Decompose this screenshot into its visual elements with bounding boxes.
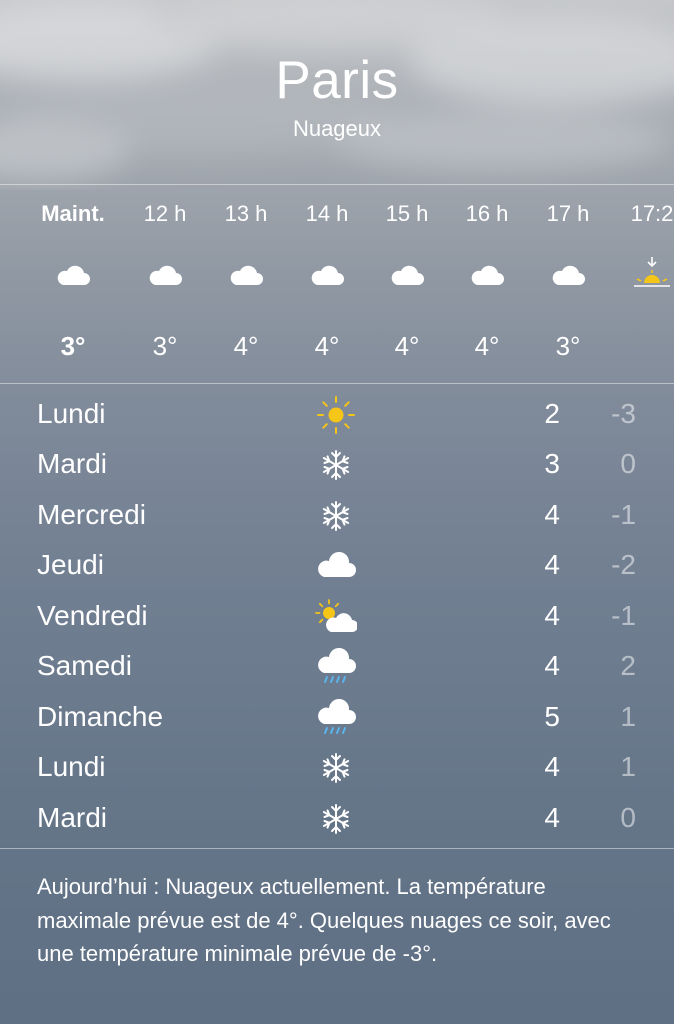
cloud-icon	[318, 551, 356, 577]
hour-temp: 3°	[152, 331, 178, 361]
cloud-icon	[552, 265, 585, 285]
hour-temp: 3°	[60, 331, 86, 361]
daily-row: Jeudi 4 -2	[0, 541, 674, 591]
day-high: 3	[544, 448, 560, 479]
city-name: Paris	[275, 51, 399, 110]
cloud-icon	[471, 265, 504, 285]
day-high: 4	[544, 802, 560, 833]
hour-item: 16 h 4°	[442, 185, 532, 382]
day-low: 0	[620, 802, 636, 833]
snowflake-icon	[322, 450, 350, 480]
day-high: 2	[544, 398, 560, 429]
day-low: -3	[611, 398, 636, 429]
day-name: Vendredi	[37, 600, 148, 631]
location-header: Paris Nuageux	[0, 0, 674, 184]
cloud-icon	[149, 265, 182, 285]
current-condition: Nuageux	[292, 116, 382, 141]
day-low: 2	[620, 650, 636, 681]
hour-time: 16 h	[465, 201, 509, 226]
cloud-icon	[230, 265, 263, 285]
hour-time: Maint.	[41, 201, 105, 226]
daily-row: Lundi 4 1	[0, 743, 674, 793]
day-name: Samedi	[37, 650, 132, 681]
hour-temp: 4°	[474, 331, 500, 361]
cloud-icon	[57, 265, 90, 285]
day-name: Lundi	[37, 751, 106, 782]
day-name: Mardi	[37, 448, 108, 479]
day-low: -1	[611, 600, 636, 631]
hour-time: 14 h	[305, 201, 349, 226]
sunset-icon	[634, 257, 670, 287]
day-high: 4	[544, 549, 560, 580]
daily-row: Lundi 2 -3	[0, 390, 674, 440]
day-name: Mardi	[37, 802, 108, 833]
forecast-summary-text: Aujourd’hui : Nuageux actuellement. La t…	[37, 874, 611, 966]
day-high: 4	[544, 499, 560, 530]
hour-temp: 4°	[394, 331, 420, 361]
day-low: 1	[620, 701, 636, 732]
hour-item: 17 h 3°	[523, 185, 613, 382]
daily-row: Vendredi 4 -1	[0, 592, 674, 642]
daily-row: Mardi 3 0	[0, 440, 674, 490]
day-high: 4	[544, 600, 560, 631]
hour-item: 15 h 4°	[362, 185, 452, 382]
hour-item: 13 h 4°	[201, 185, 291, 382]
hour-temp: 4°	[314, 331, 340, 361]
hour-time: 12 h	[143, 201, 187, 226]
hour-item: 14 h 4°	[282, 185, 372, 382]
snowflake-icon	[322, 501, 350, 531]
daily-row: Dimanche 5 1	[0, 693, 674, 743]
day-low: 0	[620, 448, 636, 479]
hour-temp: 4°	[233, 331, 259, 361]
hour-temp: 3°	[555, 331, 581, 361]
hour-time: 17 h	[546, 201, 590, 226]
cloud-icon	[391, 265, 424, 285]
day-high: 4	[544, 751, 560, 782]
hour-item: 17:2	[607, 185, 674, 382]
hour-time: 15 h	[385, 201, 429, 226]
hourly-forecast-strip[interactable]: Maint. 3° 12 h 3° 13 h 4° 14 h 4° 15 h 4…	[0, 185, 674, 382]
partly-cloudy-icon	[315, 599, 357, 632]
daily-row: Samedi 4 2	[0, 642, 674, 692]
day-low: 1	[620, 751, 636, 782]
day-name: Lundi	[37, 398, 106, 429]
day-high: 4	[544, 650, 560, 681]
snowflake-icon	[322, 804, 350, 834]
snowflake-icon	[322, 753, 350, 783]
day-name: Jeudi	[37, 549, 104, 580]
divider-bottom	[0, 848, 674, 849]
day-low: -2	[611, 549, 636, 580]
day-high: 5	[544, 701, 560, 732]
hour-time: 17:2	[630, 201, 674, 226]
divider-middle	[0, 383, 674, 384]
hour-item: 12 h 3°	[120, 185, 210, 382]
sun-icon	[317, 396, 355, 434]
daily-row: Mardi 4 0	[0, 794, 674, 844]
hour-item: Maint. 3°	[28, 185, 118, 382]
hour-time: 13 h	[224, 201, 268, 226]
rain-icon	[318, 647, 356, 683]
rain-icon	[318, 698, 356, 734]
daily-row: Mercredi 4 -1	[0, 491, 674, 541]
day-name: Mercredi	[37, 499, 146, 530]
cloud-icon	[311, 265, 344, 285]
day-low: -1	[611, 499, 636, 530]
day-name: Dimanche	[37, 701, 164, 732]
